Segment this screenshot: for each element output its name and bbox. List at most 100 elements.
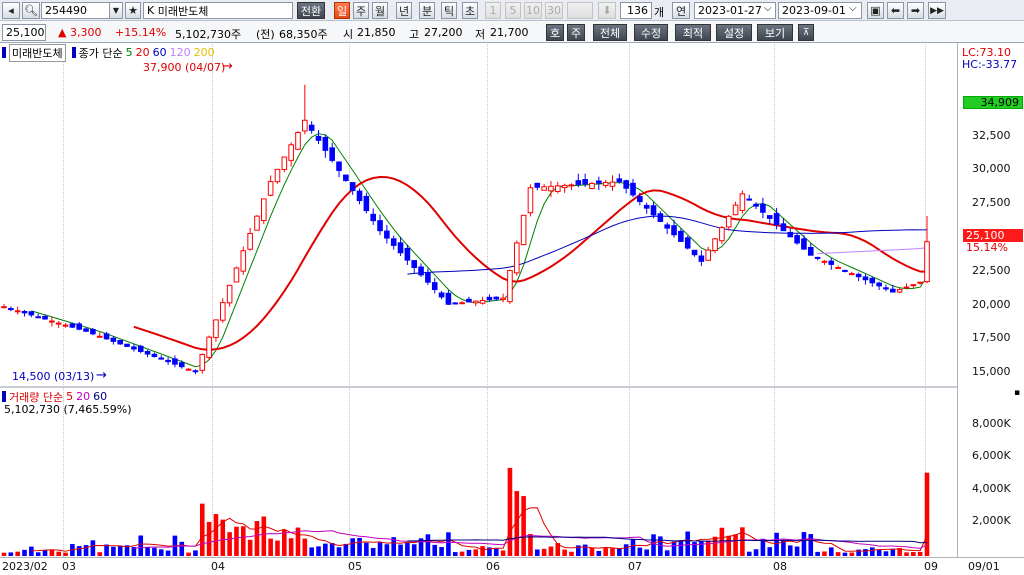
volume-bar (377, 542, 383, 556)
volume-bar (835, 552, 841, 556)
candle-body (787, 231, 794, 238)
candle-body (438, 292, 445, 298)
volume-bar (685, 531, 691, 556)
volume-bar (261, 516, 267, 556)
candle-body (55, 322, 62, 325)
high-arrow-icon: → (222, 59, 233, 74)
candle-body (96, 335, 103, 338)
volume-bar (466, 549, 472, 556)
volume-bar (268, 538, 273, 556)
candle-body (821, 260, 828, 263)
volume-bar (323, 543, 328, 556)
volume-bar (213, 514, 219, 556)
volume-bar (876, 549, 882, 556)
candle-body (890, 288, 896, 293)
volume-bar (562, 549, 567, 556)
candle-body (623, 180, 629, 189)
candle-body (199, 353, 206, 371)
volume-bar (83, 545, 89, 556)
volume-bar (49, 549, 55, 556)
volume-bar (733, 534, 738, 556)
volume-bar (767, 547, 773, 556)
candle-body (384, 230, 390, 239)
candle-body (288, 144, 294, 161)
volume-bar (343, 543, 349, 556)
candle-body (589, 182, 595, 190)
volume-bar (610, 548, 615, 556)
candle-body (76, 323, 83, 330)
volume-bar (275, 540, 280, 556)
volume-bar (705, 540, 711, 556)
volume-bar (630, 539, 636, 556)
candle-body (213, 319, 219, 339)
volume-bar (678, 540, 684, 556)
volume-bar (329, 543, 335, 556)
volume-bar (623, 544, 629, 556)
candle-body (527, 187, 534, 214)
date-axis[interactable] (0, 557, 1024, 575)
volume-bar (753, 549, 759, 556)
candle-body (315, 135, 322, 141)
candle-body (343, 174, 349, 181)
volume-bar (8, 552, 14, 556)
vol-ma-5-label: 5 (66, 390, 74, 403)
volume-bar (384, 544, 390, 556)
volume-bar (247, 539, 253, 556)
volume-bar (822, 551, 827, 556)
volume-bar (712, 536, 718, 556)
volume-bar (911, 552, 916, 556)
candle-body (452, 302, 459, 305)
volume-bar (29, 546, 34, 556)
candle-body (226, 284, 233, 304)
volume-bar (473, 549, 479, 556)
candle-body (247, 232, 253, 250)
candle-body (486, 296, 493, 301)
vol-y-tick: 6,000K (972, 449, 1011, 462)
candle-body (90, 328, 96, 335)
candle-body (83, 328, 89, 332)
candle-body (14, 310, 21, 313)
candle-body (267, 181, 274, 196)
candle-body (637, 196, 643, 203)
volume-bar (357, 537, 362, 556)
volume-bar (746, 551, 752, 556)
x-tick: 06 (486, 560, 500, 573)
volume-bar (425, 534, 431, 556)
volume-bar (849, 552, 855, 556)
y-tick: 20,000 (972, 298, 1011, 311)
candle-body (671, 225, 677, 236)
candle-body (8, 308, 14, 311)
volume-bar (309, 547, 314, 556)
low-annotation: 14,500 (03/13) (12, 370, 95, 383)
candle-body (185, 368, 192, 371)
volume-bar (808, 534, 814, 556)
volume-bar (199, 503, 205, 556)
volume-bar (350, 538, 355, 556)
volume-bar (193, 550, 198, 556)
candle-body (513, 242, 520, 274)
candle-body (479, 299, 486, 304)
volume-bar (480, 546, 485, 556)
candle-body (753, 203, 759, 207)
candle-body (131, 346, 137, 350)
volume-bar (603, 548, 608, 556)
candle-body (630, 182, 636, 196)
volume-bar (569, 551, 574, 556)
ma-5-line (31, 133, 928, 368)
y-tick: 30,000 (972, 162, 1011, 175)
volume-bar (781, 540, 786, 556)
volume-bar (22, 549, 27, 556)
volume-bar (432, 544, 438, 556)
volume-bar (254, 521, 260, 556)
volume-panel-menu-icon[interactable]: ▪ (1014, 388, 1020, 398)
last-pct-label: 15.14% (966, 241, 1008, 254)
candle-body (254, 215, 260, 231)
high-annotation: 37,900 (04/07) (143, 61, 226, 74)
volume-bar (186, 552, 191, 556)
ma-60-label: 60 (152, 46, 167, 59)
volume-bar (316, 546, 321, 556)
y-tick: 17,500 (972, 331, 1011, 344)
ma-120-label: 120 (169, 46, 191, 59)
price-volume-chart[interactable] (0, 0, 957, 557)
candle-body (349, 182, 356, 192)
